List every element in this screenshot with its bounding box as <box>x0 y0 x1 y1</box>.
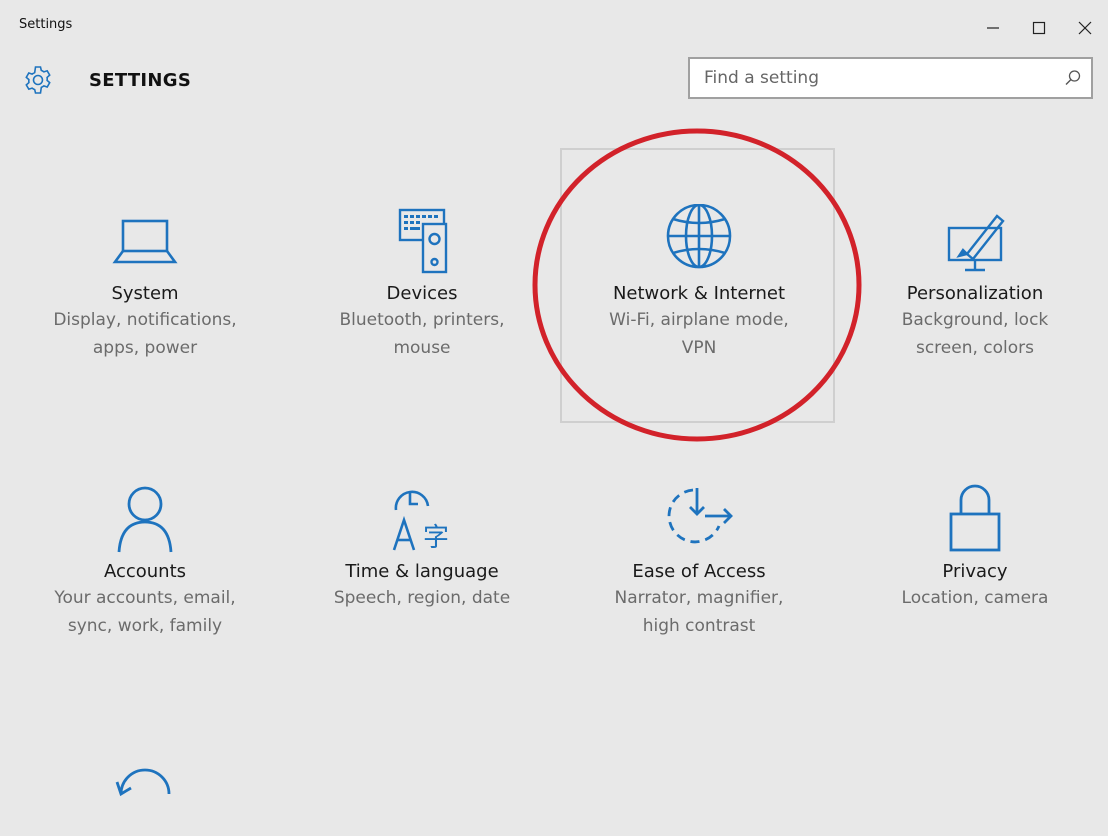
clock-language-icon: 字 <box>386 482 458 554</box>
lock-icon <box>939 482 1011 554</box>
tile-name: Devices <box>386 283 458 304</box>
search-icon[interactable] <box>1063 68 1083 88</box>
tile-devices[interactable]: Devices Bluetooth, printers, mouse <box>312 204 532 362</box>
search-input[interactable] <box>690 59 1050 97</box>
monitor-brush-icon <box>939 204 1011 276</box>
tile-name: Privacy <box>942 561 1008 582</box>
tile-description: Narrator, magnifier, high contrast <box>614 588 784 636</box>
laptop-icon <box>109 204 181 276</box>
tile-description: Your accounts, email, sync, work, family <box>54 588 236 636</box>
tile-name: Ease of Access <box>632 561 766 582</box>
ease-of-access-icon <box>663 482 735 554</box>
tile-description: Display, notifications, apps, power <box>53 310 237 358</box>
svg-text:字: 字 <box>423 523 449 553</box>
close-icon <box>1078 21 1092 35</box>
tile-accounts[interactable]: Accounts Your accounts, email, sync, wor… <box>35 482 255 640</box>
window-title: Settings <box>19 17 73 32</box>
title-bar: Settings <box>0 0 1108 52</box>
page-title: SETTINGS <box>89 70 192 91</box>
tile-system[interactable]: System Display, notifications, apps, pow… <box>35 204 255 362</box>
minimize-button[interactable] <box>970 8 1016 48</box>
tile-personalization[interactable]: Personalization Background, lock screen,… <box>865 204 1085 362</box>
tile-name: Personalization <box>906 283 1044 304</box>
tile-update-security[interactable] <box>35 758 255 836</box>
tile-time-language[interactable]: 字 Time & language Speech, region, date <box>312 482 532 612</box>
tile-name: System <box>111 283 179 304</box>
tile-description: Background, lock screen, colors <box>901 310 1049 358</box>
tile-network-internet[interactable]: Network & Internet Wi-Fi, airplane mode,… <box>589 204 809 362</box>
maximize-button[interactable] <box>1016 8 1062 48</box>
maximize-icon <box>1032 21 1046 35</box>
tile-description: Wi-Fi, airplane mode, VPN <box>609 310 789 358</box>
keyboard-speaker-icon <box>386 204 458 276</box>
tile-privacy[interactable]: Privacy Location, camera <box>865 482 1085 612</box>
close-button[interactable] <box>1062 8 1108 48</box>
tile-description: Speech, region, date <box>333 588 511 608</box>
tile-name: Network & Internet <box>612 283 786 304</box>
minimize-icon <box>986 21 1000 35</box>
gear-icon <box>22 64 54 96</box>
tile-description: Bluetooth, printers, mouse <box>339 310 505 358</box>
person-icon <box>109 482 181 554</box>
update-icon <box>109 758 181 830</box>
window-controls <box>970 8 1108 48</box>
search-box[interactable] <box>688 57 1093 99</box>
globe-icon <box>663 204 735 276</box>
tile-name: Accounts <box>103 561 187 582</box>
tile-name: Time & language <box>345 561 499 582</box>
settings-header: SETTINGS <box>0 56 1108 106</box>
tile-description: Location, camera <box>901 588 1049 608</box>
tile-ease-of-access[interactable]: Ease of Access Narrator, magnifier, high… <box>589 482 809 640</box>
